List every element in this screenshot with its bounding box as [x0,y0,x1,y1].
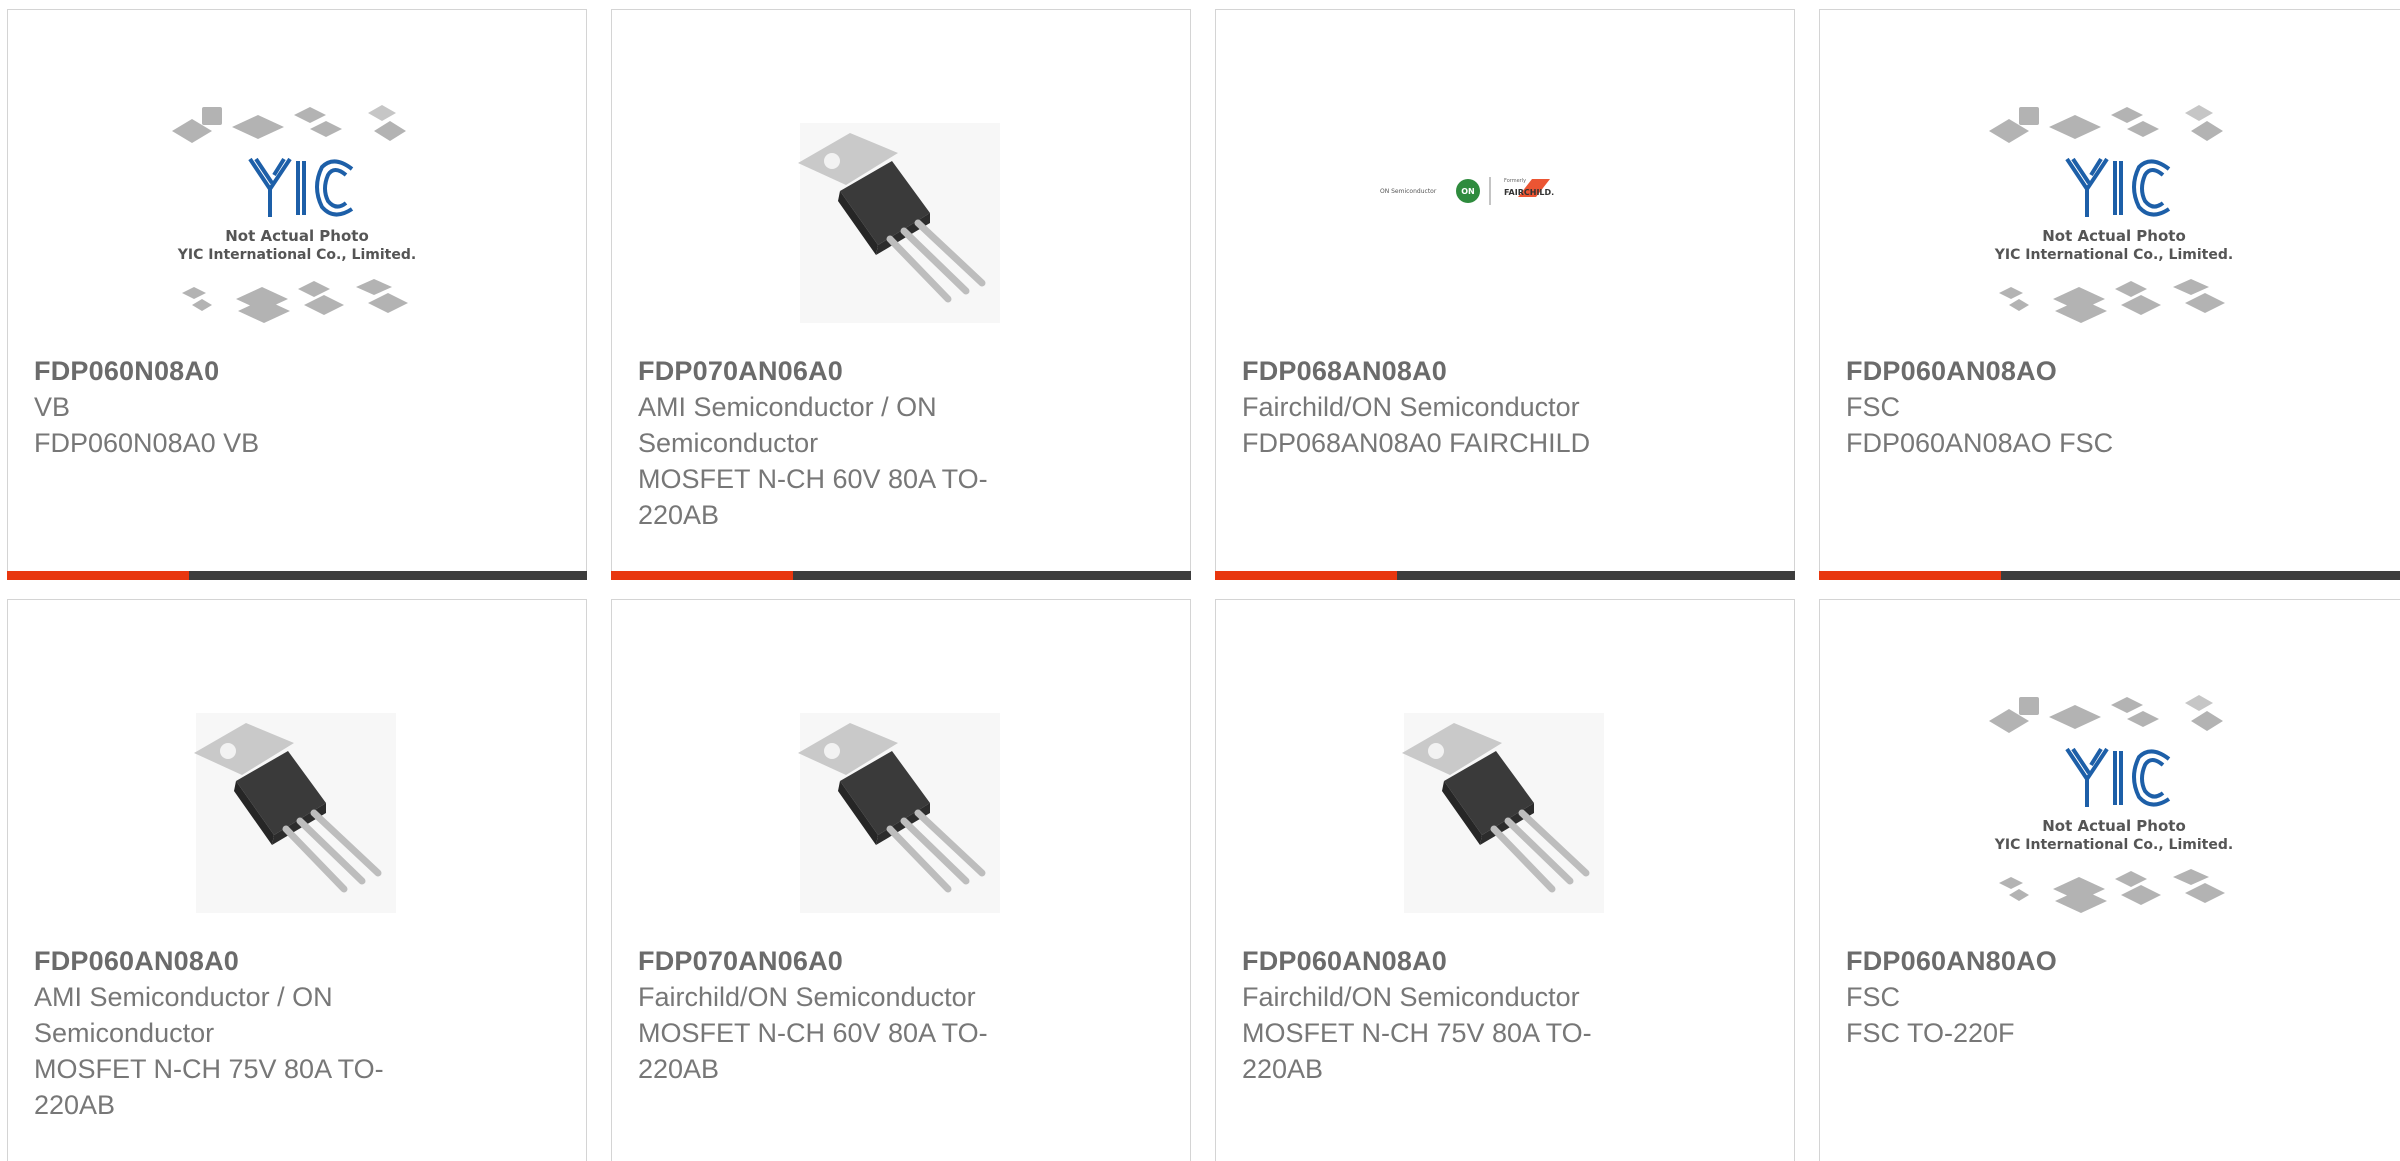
description: MOSFET N-CH 75V 80A TO- [1242,1018,1592,1048]
product-image[interactable] [166,683,428,945]
to220-transistor-image [1402,713,1604,913]
product-info: FDP060AN80AO FSC FSC TO-220F [1846,943,2246,1051]
product-info: FDP070AN06A0 AMI Semiconductor / ON Semi… [638,353,1038,533]
product-info: FDP070AN06A0 Fairchild/ON Semiconductor … [638,943,1038,1087]
description-cont: 220AB [1242,1054,1324,1084]
svg-text:ON: ON [1461,187,1475,196]
description-cont: 220AB [638,1054,720,1084]
product-card[interactable]: FDP060AN08A0 AMI Semiconductor / ON Semi… [7,599,587,1161]
svg-text:Not Actual Photo: Not Actual Photo [2042,227,2186,245]
product-card[interactable]: Not Actual Photo YIC International Co., … [1819,9,2400,580]
description: MOSFET N-CH 60V 80A TO- [638,464,988,494]
svg-text:YIC International Co., Limited: YIC International Co., Limited. [1994,837,2233,853]
description: FDP060N08A0 VB [34,428,260,458]
manufacturer-cont: Semiconductor [34,1018,215,1048]
card-footer-bar [1215,571,1795,580]
part-number[interactable]: FDP060AN08AO [1846,353,2246,389]
manufacturer: VB [34,392,71,422]
product-info: FDP060AN08A0 Fairchild/ON Semiconductor … [1242,943,1642,1087]
yic-placeholder-image: Not Actual Photo YIC International Co., … [1989,105,2233,323]
description: MOSFET N-CH 75V 80A TO- [34,1054,384,1084]
product-info: FDP060AN08AO FSC FDP060AN08AO FSC [1846,353,2246,461]
card-footer-bar [611,571,1191,580]
part-number[interactable]: FDP070AN06A0 [638,943,1038,979]
card-footer-bar [7,571,587,580]
product-image[interactable] [1374,683,1636,945]
manufacturer: Fairchild/ON Semiconductor [1242,982,1580,1012]
manufacturer: Fairchild/ON Semiconductor [1242,392,1580,422]
to220-transistor-image [798,713,1000,913]
description-cont: 220AB [34,1090,116,1120]
description-cont: 220AB [638,500,720,530]
product-card[interactable]: FDP070AN06A0 AMI Semiconductor / ON Semi… [611,9,1191,580]
product-card[interactable]: FDP060AN08A0 Fairchild/ON Semiconductor … [1215,599,1795,1161]
part-number[interactable]: FDP060N08A0 [34,353,434,389]
product-image[interactable]: Not Actual Photo YIC International Co., … [166,93,428,355]
svg-text:YIC International Co., Limited: YIC International Co., Limited. [1994,247,2233,263]
svg-text:Not Actual Photo: Not Actual Photo [225,227,369,245]
svg-text:Formerly: Formerly [1504,178,1526,184]
to220-transistor-image [798,123,1000,323]
product-card[interactable]: ON Semiconductor ON Formerly FAIRCHILD. … [1215,9,1795,580]
product-info: FDP068AN08A0 Fairchild/ON Semiconductor … [1242,353,1642,461]
part-number[interactable]: FDP060AN80AO [1846,943,2246,979]
product-grid: Not Actual Photo YIC International Co., … [0,0,2400,1161]
product-image[interactable] [770,683,1032,945]
manufacturer: Fairchild/ON Semiconductor [638,982,976,1012]
yic-placeholder-image: Not Actual Photo YIC International Co., … [172,105,416,323]
svg-text:FAIRCHILD.: FAIRCHILD. [1504,188,1554,197]
to220-transistor-image [194,713,396,913]
description: FDP068AN08A0 FAIRCHILD [1242,428,1591,458]
manufacturer: AMI Semiconductor / ON [34,982,333,1012]
svg-text:Not Actual Photo: Not Actual Photo [2042,817,2186,835]
svg-text:ON Semiconductor: ON Semiconductor [1380,188,1437,195]
on-semi-fairchild-logo: ON Semiconductor ON Formerly FAIRCHILD. [1380,177,1554,205]
product-info: FDP060AN08A0 AMI Semiconductor / ON Semi… [34,943,434,1123]
manufacturer-cont: Semiconductor [638,428,819,458]
manufacturer: AMI Semiconductor / ON [638,392,937,422]
product-card[interactable]: Not Actual Photo YIC International Co., … [7,9,587,580]
product-card[interactable]: FDP070AN06A0 Fairchild/ON Semiconductor … [611,599,1191,1161]
description: FDP060AN08AO FSC [1846,428,2114,458]
svg-text:YIC International Co., Limited: YIC International Co., Limited. [177,247,416,263]
product-image[interactable] [770,93,1032,355]
part-number[interactable]: FDP070AN06A0 [638,353,1038,389]
part-number[interactable]: FDP060AN08A0 [34,943,434,979]
card-footer-bar [1819,571,2400,580]
yic-placeholder-image: Not Actual Photo YIC International Co., … [1989,695,2233,913]
manufacturer: FSC [1846,982,1900,1012]
part-number[interactable]: FDP068AN08A0 [1242,353,1642,389]
product-card[interactable]: Not Actual Photo YIC International Co., … [1819,599,2400,1161]
part-number[interactable]: FDP060AN08A0 [1242,943,1642,979]
product-image[interactable]: Not Actual Photo YIC International Co., … [1983,93,2245,355]
description: MOSFET N-CH 60V 80A TO- [638,1018,988,1048]
description: FSC TO-220F [1846,1018,2015,1048]
manufacturer: FSC [1846,392,1900,422]
product-image[interactable]: ON Semiconductor ON Formerly FAIRCHILD. [1374,93,1636,355]
product-image[interactable]: Not Actual Photo YIC International Co., … [1983,683,2245,945]
product-info: FDP060N08A0 VB FDP060N08A0 VB [34,353,434,461]
